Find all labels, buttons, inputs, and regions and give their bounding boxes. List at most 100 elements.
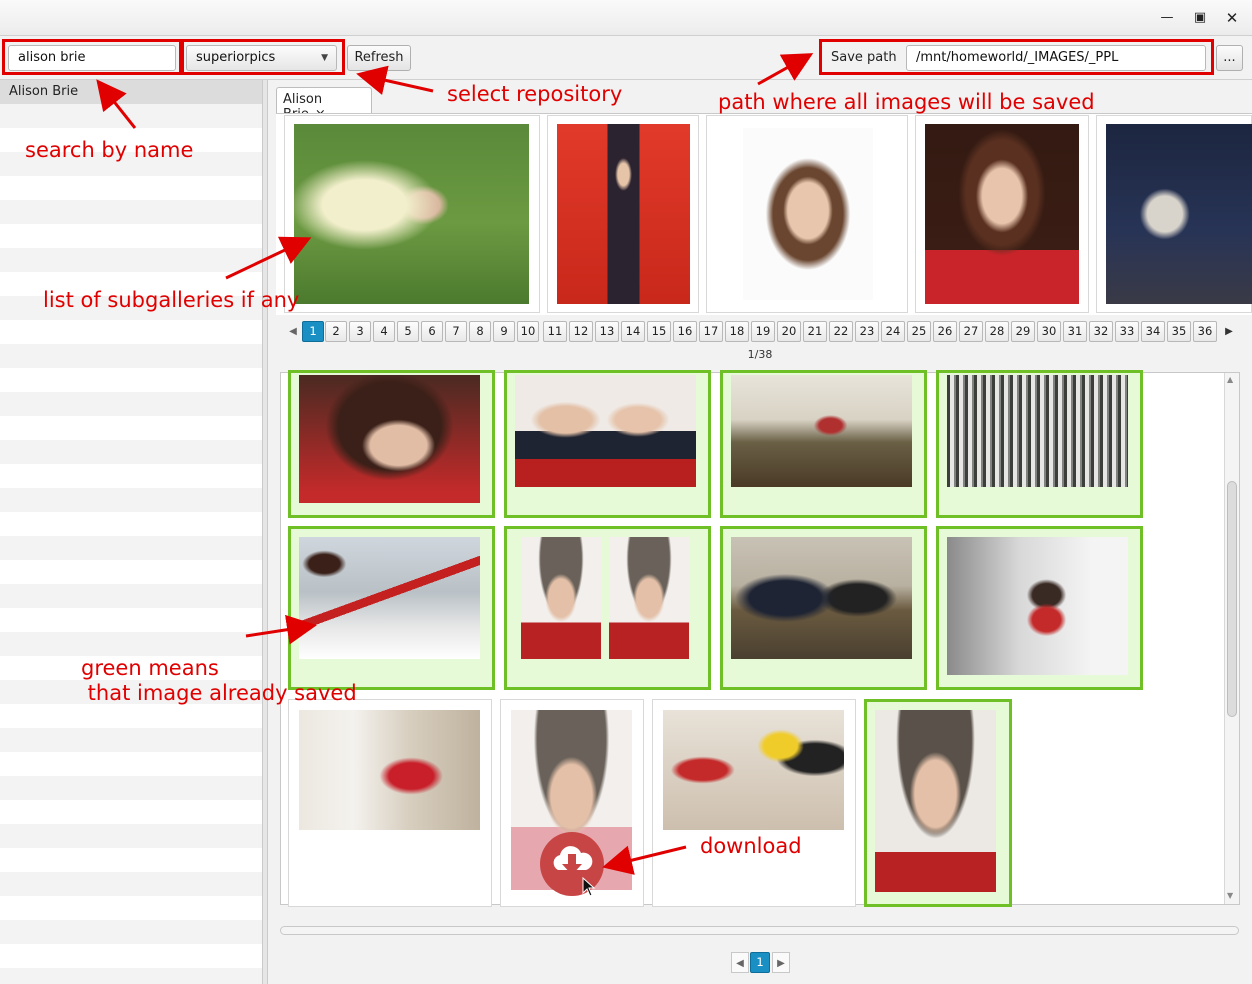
page-button-23[interactable]: 23 bbox=[855, 321, 879, 342]
page-button-36[interactable]: 36 bbox=[1193, 321, 1217, 342]
subgallery-thumbnail bbox=[294, 124, 529, 304]
annotation-save-path: path where all images will be saved bbox=[718, 90, 1095, 114]
page-button-6[interactable]: 6 bbox=[421, 321, 443, 342]
page-button-24[interactable]: 24 bbox=[881, 321, 905, 342]
image-thumbnail bbox=[521, 537, 601, 659]
page-button-10[interactable]: 10 bbox=[517, 321, 539, 342]
save-path-input[interactable]: /mnt/homeworld/_IMAGES/_PPL bbox=[906, 45, 1206, 71]
subgallery-thumbnail bbox=[557, 124, 690, 304]
page-button-17[interactable]: 17 bbox=[699, 321, 723, 342]
sidebar-item-alison-brie[interactable]: Alison Brie bbox=[0, 80, 262, 104]
scroll-thumb[interactable] bbox=[1227, 481, 1237, 717]
page-button-32[interactable]: 32 bbox=[1089, 321, 1113, 342]
tab-alison-brie[interactable]: Alison Brie× bbox=[276, 87, 372, 122]
page-button-1[interactable]: 1 bbox=[302, 321, 324, 342]
refresh-button[interactable]: Refresh bbox=[347, 45, 411, 71]
page-button-11[interactable]: 11 bbox=[543, 321, 567, 342]
annotation-search: search by name bbox=[25, 138, 194, 162]
page-button-18[interactable]: 18 bbox=[725, 321, 749, 342]
pagination-prev-icon[interactable]: ◀ bbox=[284, 321, 302, 342]
scroll-down-icon[interactable]: ▼ bbox=[1227, 891, 1233, 900]
close-icon[interactable]: ✕ bbox=[1222, 8, 1242, 28]
page-button-5[interactable]: 5 bbox=[397, 321, 419, 342]
annotation-repository: select repository bbox=[447, 82, 623, 106]
image-thumbnail bbox=[947, 537, 1128, 675]
page-button-29[interactable]: 29 bbox=[1011, 321, 1035, 342]
image-card-saved[interactable] bbox=[288, 526, 495, 690]
page-button-19[interactable]: 19 bbox=[751, 321, 775, 342]
image-card[interactable] bbox=[288, 699, 492, 907]
maximize-icon[interactable]: ▣ bbox=[1190, 8, 1210, 28]
page-button-16[interactable]: 16 bbox=[673, 321, 697, 342]
page-button-9[interactable]: 9 bbox=[493, 321, 515, 342]
page-button-28[interactable]: 28 bbox=[985, 321, 1009, 342]
image-card-saved[interactable] bbox=[504, 370, 711, 518]
bottom-next-icon[interactable]: ▶ bbox=[772, 952, 790, 973]
image-thumbnail bbox=[731, 375, 912, 487]
page-button-26[interactable]: 26 bbox=[933, 321, 957, 342]
image-card-saved[interactable] bbox=[864, 699, 1012, 907]
pagination-next-icon[interactable]: ▶ bbox=[1220, 321, 1238, 342]
image-card-saved[interactable] bbox=[288, 370, 495, 518]
page-button-14[interactable]: 14 bbox=[621, 321, 645, 342]
image-card-saved[interactable] bbox=[720, 526, 927, 690]
repository-select[interactable]: superiorpics ▼ bbox=[186, 45, 337, 71]
subgallery-card[interactable] bbox=[915, 115, 1089, 313]
subgallery-card[interactable] bbox=[284, 115, 540, 313]
save-path-label: Save path bbox=[831, 50, 897, 65]
scroll-up-icon[interactable]: ▲ bbox=[1227, 375, 1233, 384]
page-button-31[interactable]: 31 bbox=[1063, 321, 1087, 342]
grid-vertical-scrollbar[interactable]: ▲ ▼ bbox=[1224, 373, 1239, 904]
page-button-21[interactable]: 21 bbox=[803, 321, 827, 342]
image-card[interactable] bbox=[652, 699, 856, 907]
subgallery-card[interactable] bbox=[547, 115, 699, 313]
page-button-33[interactable]: 33 bbox=[1115, 321, 1139, 342]
image-thumbnail bbox=[609, 537, 689, 659]
image-card-saved[interactable] bbox=[936, 526, 1143, 690]
image-thumbnail bbox=[875, 710, 996, 892]
sidebar-list bbox=[0, 80, 262, 984]
page-button-34[interactable]: 34 bbox=[1141, 321, 1165, 342]
image-card-saved[interactable] bbox=[504, 526, 711, 690]
page-status: 1/38 bbox=[747, 348, 773, 361]
annotation-download: download bbox=[700, 834, 802, 858]
bottom-page-1[interactable]: 1 bbox=[750, 952, 770, 973]
page-button-12[interactable]: 12 bbox=[569, 321, 593, 342]
image-thumbnail bbox=[299, 710, 480, 830]
image-thumbnail bbox=[663, 710, 844, 830]
bottom-prev-icon[interactable]: ◀ bbox=[731, 952, 749, 973]
page-button-13[interactable]: 13 bbox=[595, 321, 619, 342]
subgallery-card[interactable] bbox=[706, 115, 908, 313]
annotation-green-line1: green means bbox=[81, 656, 219, 680]
annotation-subgalleries: list of subgalleries if any bbox=[43, 288, 300, 312]
subgallery-thumbnail bbox=[1106, 124, 1252, 304]
image-thumbnail bbox=[947, 375, 1128, 487]
image-card-saved[interactable] bbox=[720, 370, 927, 518]
page-button-27[interactable]: 27 bbox=[959, 321, 983, 342]
page-button-2[interactable]: 2 bbox=[325, 321, 347, 342]
repository-value: superiorpics bbox=[196, 50, 276, 65]
annotation-green-line2: that image already saved bbox=[81, 681, 357, 705]
image-card-saved[interactable] bbox=[936, 370, 1143, 518]
horizontal-scrollbar[interactable] bbox=[280, 926, 1239, 935]
mouse-cursor-icon bbox=[582, 877, 596, 897]
subgallery-thumbnail bbox=[925, 124, 1079, 304]
image-thumbnail bbox=[515, 375, 696, 487]
page-button-22[interactable]: 22 bbox=[829, 321, 853, 342]
page-button-15[interactable]: 15 bbox=[647, 321, 671, 342]
page-button-35[interactable]: 35 bbox=[1167, 321, 1191, 342]
page-button-7[interactable]: 7 bbox=[445, 321, 467, 342]
page-button-3[interactable]: 3 bbox=[349, 321, 371, 342]
page-button-25[interactable]: 25 bbox=[907, 321, 931, 342]
page-button-8[interactable]: 8 bbox=[469, 321, 491, 342]
search-input[interactable]: alison brie bbox=[8, 45, 176, 71]
page-button-4[interactable]: 4 bbox=[373, 321, 395, 342]
page-button-20[interactable]: 20 bbox=[777, 321, 801, 342]
image-thumbnail bbox=[731, 537, 912, 659]
page-button-30[interactable]: 30 bbox=[1037, 321, 1061, 342]
browse-button[interactable]: ... bbox=[1216, 45, 1243, 71]
image-thumbnail bbox=[299, 375, 480, 503]
minimize-icon[interactable]: — bbox=[1157, 8, 1177, 28]
subgallery-thumbnail bbox=[743, 128, 873, 300]
subgallery-card[interactable] bbox=[1096, 115, 1252, 313]
